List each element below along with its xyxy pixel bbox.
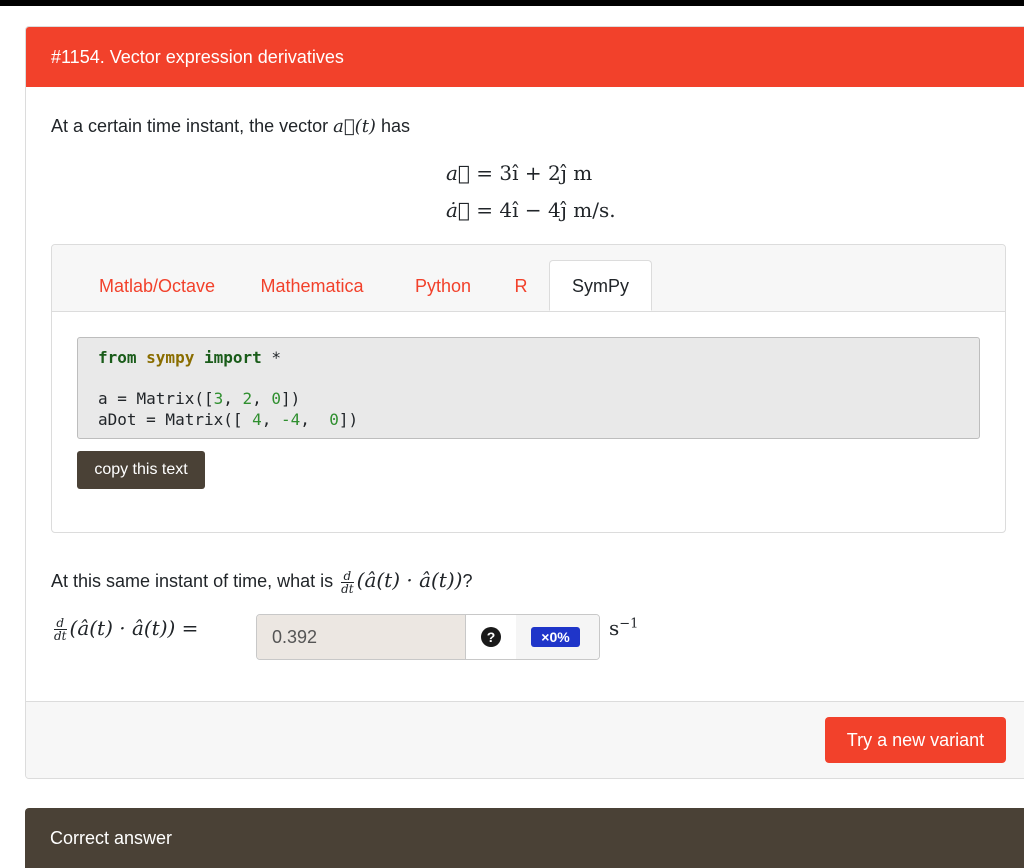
help-icon[interactable]: ? [481, 627, 501, 647]
code-module-sympy: sympy [136, 348, 204, 367]
score-cell: ×0% [516, 615, 599, 659]
intro-suffix: has [375, 116, 410, 136]
problem-intro: At a certain time instant, the vector a⃗… [51, 116, 410, 137]
code-text: , [252, 389, 272, 408]
code-import-star: * [261, 348, 282, 367]
tab-sympy[interactable]: SymPy [549, 260, 652, 311]
question-text: At this same instant of time, what is dd… [51, 568, 472, 595]
equation-velocity-rhs: 4î − 4ĵ m/s. [499, 198, 616, 222]
correct-answer-card: Correct answer [25, 808, 1024, 868]
code-keyword-from: from [98, 348, 137, 367]
tab-matlab-octave[interactable]: Matlab/Octave [72, 261, 242, 311]
question-prefix: At this same instant of time, what is [51, 571, 339, 591]
question-expression: (â(t) · â(t)) [356, 568, 463, 592]
answer-input[interactable] [257, 615, 466, 659]
answer-unit: s−1 [609, 616, 638, 640]
problem-title: #1154. Vector expression derivatives [51, 47, 344, 67]
code-number: -4 [281, 410, 301, 429]
problem-header: #1154. Vector expression derivatives [26, 27, 1024, 87]
code-number: 2 [242, 389, 253, 408]
code-text: ]) [281, 389, 301, 408]
code-line-2: a = Matrix([3, 2, 0]) [98, 389, 300, 408]
answer-derivative-fraction: d dt [54, 617, 67, 642]
unit-base: s [609, 616, 620, 640]
copy-text-button[interactable]: copy this text [77, 451, 205, 489]
tab-mathematica[interactable]: Mathematica [242, 261, 382, 311]
problem-footer: Try a new variant [26, 701, 1024, 778]
unit-exponent: −1 [619, 616, 639, 632]
equation-position: a⃗ = 3î + 2ĵ m [446, 161, 592, 185]
score-badge: ×0% [531, 627, 580, 647]
code-line-1: from sympy import * [98, 348, 281, 367]
tab-r[interactable]: R [500, 261, 542, 311]
code-line-3: aDot = Matrix([ 4, -4, 0]) [98, 410, 358, 429]
help-cell: ? [466, 615, 517, 659]
top-bar [0, 0, 1024, 6]
equation-velocity: ȧ⃗ = 4î − 4ĵ m/s. [446, 198, 616, 222]
code-text: , [223, 389, 243, 408]
question-suffix: ? [462, 571, 473, 591]
code-text: , [261, 410, 282, 429]
code-text: aDot = Matrix([ [98, 410, 253, 429]
derivative-fraction: d dt [341, 570, 354, 595]
fraction-numerator: d [341, 570, 354, 583]
fraction-denominator: dt [54, 629, 67, 644]
equation-position-rhs: 3î + 2ĵ m [499, 161, 593, 185]
equation-position-lhs: a⃗ = [446, 161, 500, 185]
code-number: 0 [271, 389, 282, 408]
tabs-header: Matlab/Octave Mathematica Python R SymPy [52, 245, 1005, 312]
code-number: 3 [213, 389, 224, 408]
fraction-denominator: dt [341, 581, 354, 596]
tab-python[interactable]: Python [397, 261, 489, 311]
code-block: from sympy import * a = Matrix([3, 2, 0]… [77, 337, 980, 439]
intro-prefix: At a certain time instant, the vector [51, 116, 334, 136]
code-text: ]) [338, 410, 359, 429]
try-new-variant-button[interactable]: Try a new variant [825, 717, 1006, 763]
code-tabs-card: Matlab/Octave Mathematica Python R SymPy… [51, 244, 1006, 533]
code-text: , [300, 410, 330, 429]
answer-expression: (â(t) · â(t)) = [69, 616, 199, 640]
code-text: a = Matrix([ [98, 389, 214, 408]
code-number: 0 [329, 410, 339, 429]
answer-label: d dt (â(t) · â(t)) = [51, 616, 198, 642]
problem-card: #1154. Vector expression derivatives At … [25, 26, 1024, 779]
answer-input-group: ? ×0% [256, 614, 600, 660]
vector-a-of-t: a⃗(t) [333, 116, 376, 137]
code-number: 4 [252, 410, 262, 429]
code-keyword-import: import [203, 348, 262, 367]
equation-velocity-lhs: ȧ⃗ = [446, 198, 500, 222]
